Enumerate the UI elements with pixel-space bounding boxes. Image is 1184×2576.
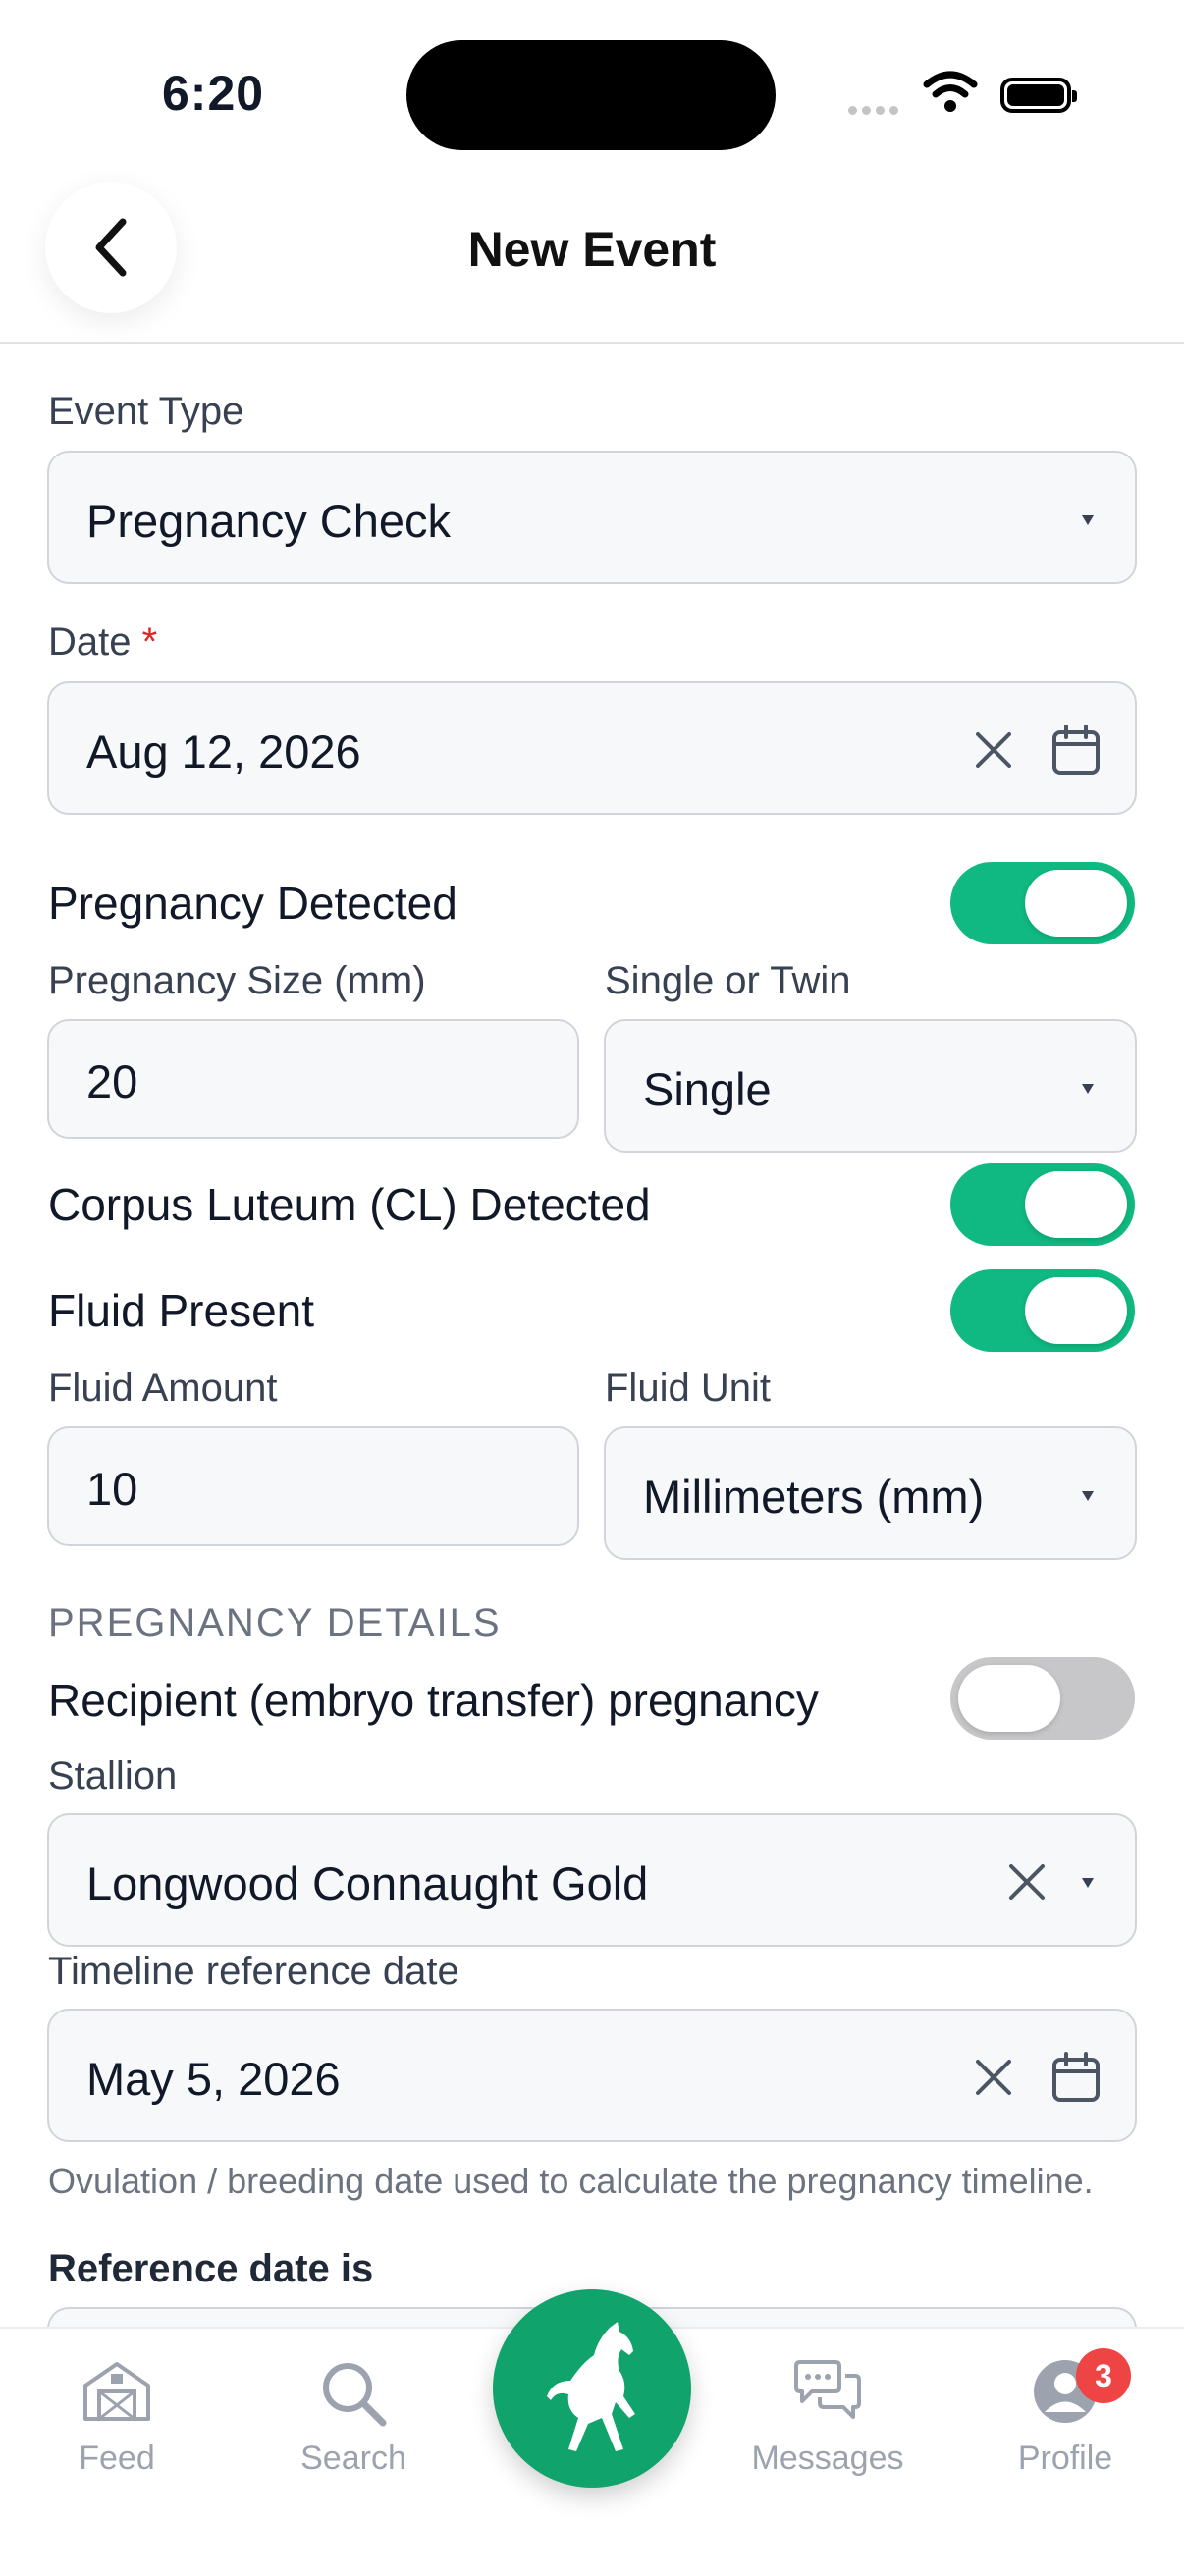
cl-detected-toggle[interactable] — [950, 1163, 1135, 1246]
tab-search[interactable]: Search — [245, 2358, 461, 2478]
chat-bubbles-icon — [794, 2360, 861, 2419]
reference-date-is-label: Reference date is — [48, 2247, 374, 2290]
pregnancy-detected-toggle[interactable] — [950, 862, 1135, 944]
navigation-header: New Event — [0, 177, 1184, 344]
date-value: Aug 12, 2026 — [86, 725, 361, 778]
tab-feed[interactable]: Feed — [9, 2358, 225, 2478]
tab-profile[interactable]: Profile — [957, 2358, 1173, 2478]
fluid-present-toggle[interactable] — [950, 1269, 1135, 1352]
date-label: Date * — [48, 620, 157, 665]
horse-icon — [547, 2322, 635, 2451]
battery-icon — [1000, 78, 1077, 113]
search-icon — [323, 2363, 387, 2427]
pregnancy-size-value: 20 — [86, 1055, 138, 1107]
recipient-pregnancy-toggle[interactable] — [950, 1657, 1135, 1740]
event-type-value: Pregnancy Check — [86, 495, 451, 547]
tab-search-label: Search — [300, 2440, 406, 2477]
timeline-reference-date-value: May 5, 2026 — [86, 2053, 341, 2105]
clear-icon[interactable] — [972, 2056, 1015, 2099]
clear-icon[interactable] — [972, 728, 1015, 772]
wifi-icon — [923, 71, 978, 112]
fluid-present-label: Fluid Present — [48, 1285, 315, 1336]
profile-notification-badge: 3 — [1076, 2348, 1131, 2403]
fluid-unit-select[interactable]: Millimeters (mm) — [604, 1426, 1137, 1560]
date-label-text: Date — [48, 620, 132, 664]
recipient-pregnancy-label: Recipient (embryo transfer) pregnancy — [48, 1675, 819, 1726]
fluid-amount-label: Fluid Amount — [48, 1367, 278, 1410]
page-title: New Event — [467, 222, 717, 277]
single-or-twin-label: Single or Twin — [605, 959, 851, 1002]
calendar-icon[interactable] — [1051, 2052, 1101, 2103]
cl-detected-label: Corpus Luteum (CL) Detected — [48, 1179, 651, 1230]
tab-messages[interactable]: Messages — [720, 2358, 936, 2478]
fluid-amount-input[interactable]: 10 — [47, 1426, 579, 1546]
caret-down-icon — [1082, 515, 1094, 525]
required-asterisk: * — [141, 620, 158, 664]
single-or-twin-value: Single — [643, 1063, 772, 1115]
caret-down-icon — [1082, 1084, 1094, 1094]
dynamic-island — [406, 40, 776, 150]
event-type-label: Event Type — [48, 390, 244, 433]
caret-down-icon — [1082, 1878, 1094, 1888]
cellular-signal-icon — [848, 102, 903, 120]
section-heading-pregnancy-details: PREGNANCY DETAILS — [48, 1601, 502, 1644]
timeline-reference-hint: Ovulation / breeding date used to calcul… — [48, 2161, 1094, 2201]
date-field[interactable]: Aug 12, 2026 — [47, 681, 1137, 815]
timeline-reference-date-label: Timeline reference date — [48, 1950, 459, 1993]
caret-down-icon — [1082, 1491, 1094, 1501]
stallion-select[interactable]: Longwood Connaught Gold — [47, 1813, 1137, 1947]
event-type-select[interactable]: Pregnancy Check — [47, 451, 1137, 584]
single-or-twin-select[interactable]: Single — [604, 1019, 1137, 1153]
fluid-unit-label: Fluid Unit — [605, 1367, 771, 1410]
stallion-label: Stallion — [48, 1754, 178, 1798]
tab-profile-label: Profile — [1017, 2440, 1113, 2477]
status-time: 6:20 — [162, 66, 265, 121]
stallion-value: Longwood Connaught Gold — [86, 1857, 649, 1909]
fluid-amount-value: 10 — [86, 1463, 138, 1515]
pregnancy-size-input[interactable]: 20 — [47, 1019, 579, 1139]
calendar-icon[interactable] — [1051, 724, 1101, 776]
tab-feed-label: Feed — [79, 2440, 155, 2477]
pregnancy-detected-label: Pregnancy Detected — [48, 878, 457, 929]
horse-action-button[interactable] — [493, 2289, 691, 2488]
barn-icon — [83, 2362, 150, 2421]
timeline-reference-date-field[interactable]: May 5, 2026 — [47, 2009, 1137, 2142]
fluid-unit-value: Millimeters (mm) — [643, 1471, 985, 1523]
clear-icon[interactable] — [1005, 1860, 1049, 1904]
status-bar: 6:20 — [0, 0, 1184, 177]
tab-messages-label: Messages — [751, 2440, 904, 2477]
pregnancy-size-label: Pregnancy Size (mm) — [48, 959, 426, 1002]
